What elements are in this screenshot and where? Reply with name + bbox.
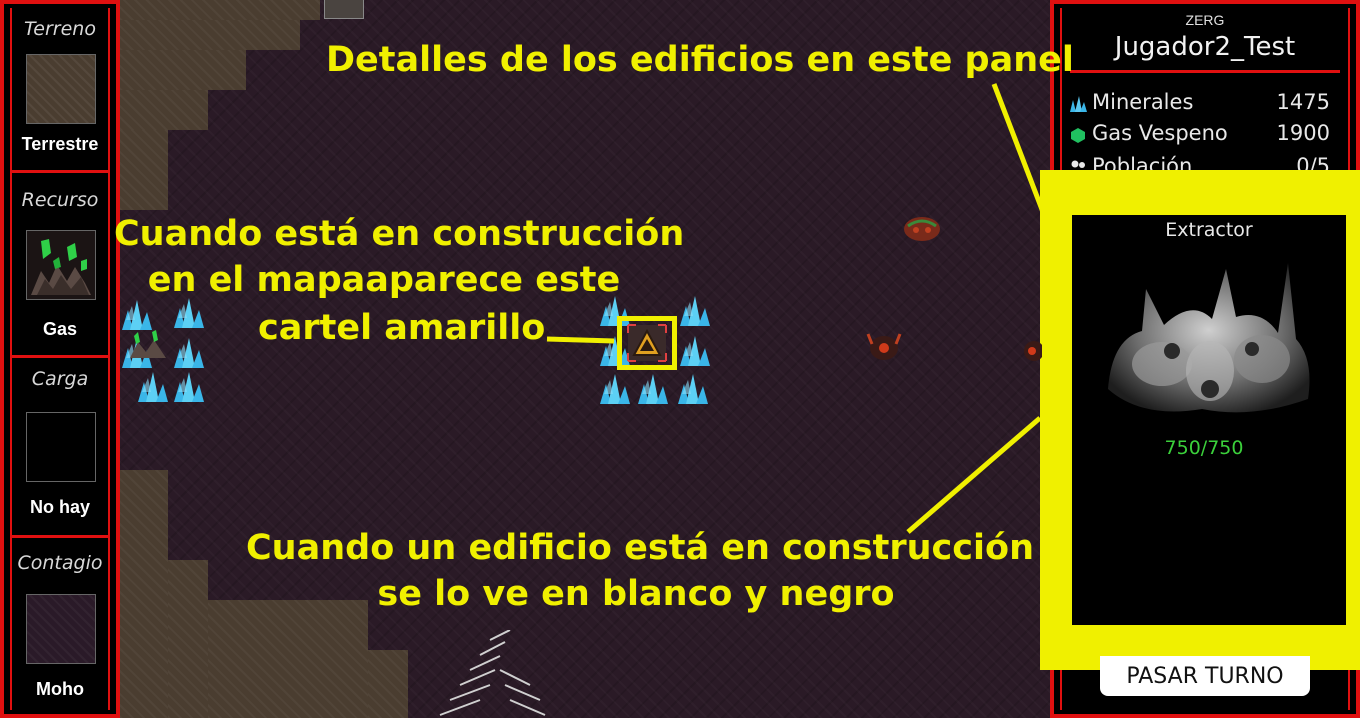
pass-turn-button[interactable]: PASAR TURNO — [1100, 656, 1310, 696]
gas-value: 1900 — [1276, 121, 1330, 145]
section-divider — [12, 535, 108, 538]
header-divider — [1070, 70, 1340, 73]
debris-icon — [439, 630, 546, 716]
dirt-terrain — [120, 20, 300, 50]
mineral-field-icon[interactable] — [172, 296, 206, 330]
zerg-unit-icon[interactable] — [864, 330, 904, 364]
construction-sign-icon — [627, 324, 667, 362]
mineral-field-icon[interactable] — [678, 334, 712, 368]
map-annotation-line2: en el mapaaparece este — [147, 260, 621, 300]
resource-title: Recurso — [21, 189, 99, 211]
dirt-terrain — [120, 470, 168, 718]
mineral-field-icon[interactable] — [678, 294, 712, 328]
map-annotation-line3: cartel amarillo — [258, 308, 546, 348]
mineral-crystal-icon — [1070, 96, 1087, 112]
map-annotation-line1: Cuando está en construcción — [114, 214, 685, 254]
building-name: Extractor — [1165, 219, 1253, 241]
gas-label: Gas Vespeno — [1092, 121, 1228, 145]
minerals-row: Minerales 1475 — [1068, 90, 1330, 118]
creep-thumbnail — [26, 594, 96, 664]
section-divider — [12, 170, 108, 173]
mineral-field-icon[interactable] — [172, 336, 206, 370]
building-hp: 750/750 — [1164, 437, 1244, 459]
cargo-thumbnail — [26, 412, 96, 482]
grayscale-annotation-line1: Cuando un edificio está en construcción — [246, 528, 1034, 568]
zerg-unit-icon[interactable] — [902, 214, 942, 244]
player-name: Jugador2_Test — [1114, 32, 1296, 62]
cargo-title: Carga — [31, 368, 89, 390]
terrain-title: Terreno — [24, 18, 96, 40]
dirt-terrain — [120, 90, 208, 130]
mineral-field-icon[interactable] — [172, 370, 206, 404]
cargo-section: Carga — [4, 368, 116, 390]
mineral-field-icon[interactable] — [598, 372, 632, 406]
mineral-field-icon[interactable] — [136, 370, 170, 404]
dirt-terrain — [368, 650, 408, 718]
minerals-value: 1475 — [1276, 90, 1330, 114]
zerg-unit-icon[interactable] — [1020, 336, 1042, 366]
vespene-gas-icon — [1071, 128, 1085, 143]
terrain-thumbnail — [26, 54, 96, 124]
contagion-section: Contagio — [4, 552, 116, 574]
panel-annotation: Detalles de los edificios en este panel — [326, 40, 1074, 80]
contagion-value: Moho — [36, 679, 84, 699]
extractor-grayscale-icon — [1108, 263, 1310, 413]
tile-info-panel: Terreno Terrestre Recurso Gas Carga No h… — [0, 0, 120, 718]
construction-highlight-box[interactable] — [617, 316, 677, 370]
terrain-value: Terrestre — [21, 134, 99, 154]
dirt-terrain — [120, 50, 246, 90]
mineral-field-icon[interactable] — [676, 372, 710, 406]
gas-geyser-icon — [31, 239, 91, 295]
race-label: ZERG — [1185, 12, 1225, 28]
dirt-terrain — [120, 130, 168, 210]
terrain-section: Terreno — [4, 18, 116, 40]
dirt-terrain — [168, 560, 208, 718]
building-detail-panel: Extractor 750/750 — [1072, 215, 1346, 625]
gas-row: Gas Vespeno 1900 — [1068, 121, 1330, 149]
minerals-label: Minerales — [1092, 90, 1194, 114]
mineral-field-icon[interactable] — [636, 372, 670, 406]
gas-geyser-icon[interactable] — [128, 326, 168, 360]
pass-turn-label: PASAR TURNO — [1126, 664, 1284, 689]
resource-value: Gas — [42, 319, 78, 339]
dirt-terrain — [120, 0, 320, 20]
section-divider — [12, 355, 108, 358]
resource-section: Recurso — [4, 189, 116, 211]
contagion-title: Contagio — [17, 552, 103, 574]
cargo-value: No hay — [29, 497, 90, 517]
gas-geyser-thumbnail — [26, 230, 96, 300]
grayscale-annotation-line2: se lo ve en blanco y negro — [377, 574, 895, 614]
dirt-terrain — [208, 600, 368, 718]
map-tile — [324, 0, 364, 19]
